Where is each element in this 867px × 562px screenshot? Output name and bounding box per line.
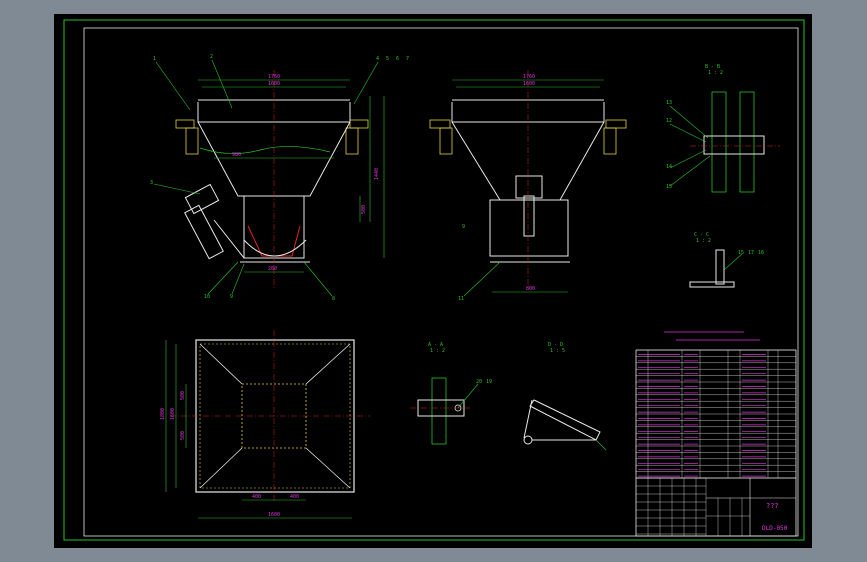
callout-3: 3 [150, 180, 153, 186]
plan-dim-bottom: 1600 [268, 512, 280, 518]
plan-dim-inner: 1600 [170, 408, 176, 420]
front-dim-height: 1440 [374, 168, 380, 180]
callout-14: 14 [666, 164, 672, 170]
callout-6: 6 [396, 56, 399, 62]
callout-12: 12 [666, 118, 672, 124]
front-dim-bottom: 280 [268, 266, 277, 272]
plan-dim-bottom-a: 400 [252, 494, 261, 500]
callout-2: 2 [210, 54, 213, 60]
side-dim-top: 1760 [523, 74, 535, 80]
callout-cc-17: 17 [748, 250, 754, 256]
callout-15: 15 [666, 184, 672, 190]
callout-8: 8 [332, 296, 335, 302]
section-aa-scale: 1 : 2 [430, 348, 445, 354]
plan-dim-bottom-b: 400 [290, 494, 299, 500]
plan-dim-left-a: 500 [180, 391, 186, 400]
callout-11: 11 [458, 296, 464, 302]
callout-13: 13 [666, 100, 672, 106]
front-dim-mid: 980 [232, 152, 241, 158]
front-dim-b: 500 [361, 205, 367, 214]
side-dim-bottom: 800 [526, 286, 535, 292]
callout-10: 10 [204, 294, 210, 300]
callout-cc-16: 16 [758, 250, 764, 256]
plan-dim-left-b: 500 [180, 431, 186, 440]
section-cc-scale: 1 : 2 [696, 238, 711, 244]
cad-viewport[interactable]: 1760 1600 980 280 1440 500 1 2 4 5 6 7 3… [0, 0, 867, 562]
callout-4: 4 [376, 56, 379, 62]
drawing-sheet [54, 14, 812, 548]
title-block-name: ??? [766, 502, 779, 510]
callout-cc-15: 15 [738, 250, 744, 256]
callout-5: 5 [386, 56, 389, 62]
section-dd-scale: 1 : 5 [550, 348, 565, 354]
callout-side-9: 9 [462, 224, 465, 230]
drawing-canvas: 1760 1600 980 280 1440 500 1 2 4 5 6 7 3… [54, 14, 812, 548]
title-block-code: DLD-050 [762, 525, 788, 532]
callout-9: 9 [230, 294, 233, 300]
callout-7: 7 [406, 56, 409, 62]
side-dim-top2: 1600 [523, 81, 535, 87]
section-bb-scale: 1 : 2 [708, 70, 723, 76]
plan-dim-height: 1800 [160, 408, 166, 420]
callout-19: 19 [486, 379, 492, 385]
callout-1: 1 [153, 56, 156, 62]
callout-20: 20 [476, 379, 482, 385]
